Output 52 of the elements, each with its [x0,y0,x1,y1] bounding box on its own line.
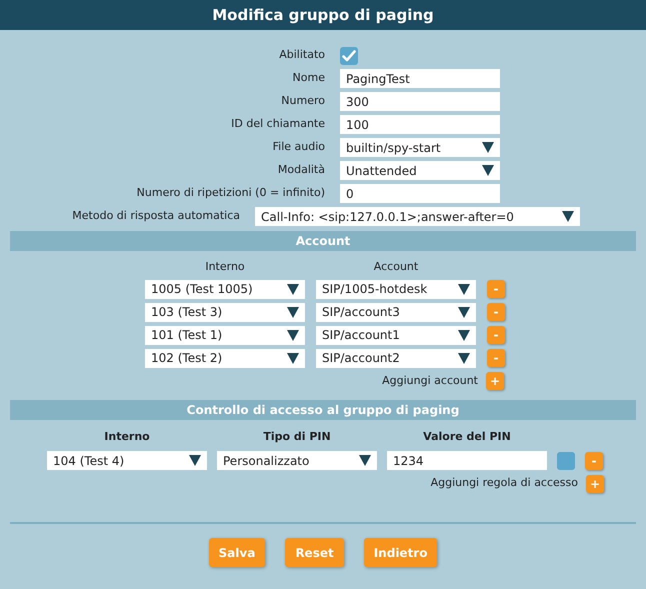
caret-icon [458,306,470,318]
column-header: Account [374,259,418,275]
checkmark-icon [342,50,356,62]
window-title: Modifica gruppo di paging [212,4,434,26]
select-field[interactable]: builtin/spy-start [340,138,500,157]
caret-icon [287,330,299,340]
column-header: Tipo di PIN [263,428,331,444]
checkbox[interactable] [557,452,575,470]
caret-icon [482,142,494,153]
select-field[interactable]: Call-Info: <sip:127.0.0.1>;answer-after=0 [255,207,580,226]
field-label: Metodo di risposta automatica [72,208,240,224]
select-field[interactable]: SIP/1005-hotdesk [316,280,476,298]
select-field[interactable]: SIP/account1 [316,326,476,344]
select-field[interactable]: 101 (Test 1) [145,326,305,344]
input-field[interactable]: PagingTest [340,69,500,88]
field-label: File audio [272,139,325,156]
caret-icon [458,330,470,340]
caret-icon [458,284,470,294]
select-field[interactable]: SIP/account3 [316,302,476,322]
select-field[interactable]: SIP/account2 [316,348,476,368]
caret-icon [189,455,201,466]
input-field[interactable]: 1234 [387,451,547,470]
caret-icon [482,165,494,176]
select-field[interactable]: 104 (Test 4) [47,451,207,470]
select-field[interactable]: 102 (Test 2) [145,348,305,368]
field-label: Nome [292,70,325,86]
add-label: Aggiungi regola di accesso [430,475,578,492]
caret-icon [287,352,299,364]
input-field[interactable]: 0 [340,184,500,203]
field-label: Numero [281,93,325,110]
add-label: Aggiungi account [382,372,478,389]
column-header: Valore del PIN [423,428,511,444]
input-field[interactable]: 300 [340,92,500,111]
field-label: ID del chiamante [231,116,325,132]
caret-icon [359,455,371,466]
select-field[interactable]: Unattended [340,161,500,180]
input-field[interactable]: 100 [340,115,500,134]
caret-icon [562,211,574,222]
caret-icon [458,352,470,364]
column-header: Interno [104,428,150,444]
select-field[interactable]: Personalizzato [217,451,377,470]
checkbox[interactable] [340,46,358,64]
column-header: Interno [205,259,245,275]
select-field[interactable]: 103 (Test 3) [145,302,305,322]
field-label: Numero di ripetizioni (0 = infinito) [136,185,325,202]
field-label: Abilitato [279,47,325,64]
select-field[interactable]: 1005 (Test 1005) [145,280,305,298]
section-title: Account [296,233,350,250]
field-label: Modalità [278,162,325,178]
section-title: Controllo di accesso al gruppo di paging [186,402,460,418]
caret-icon [287,306,299,318]
caret-icon [287,284,299,294]
